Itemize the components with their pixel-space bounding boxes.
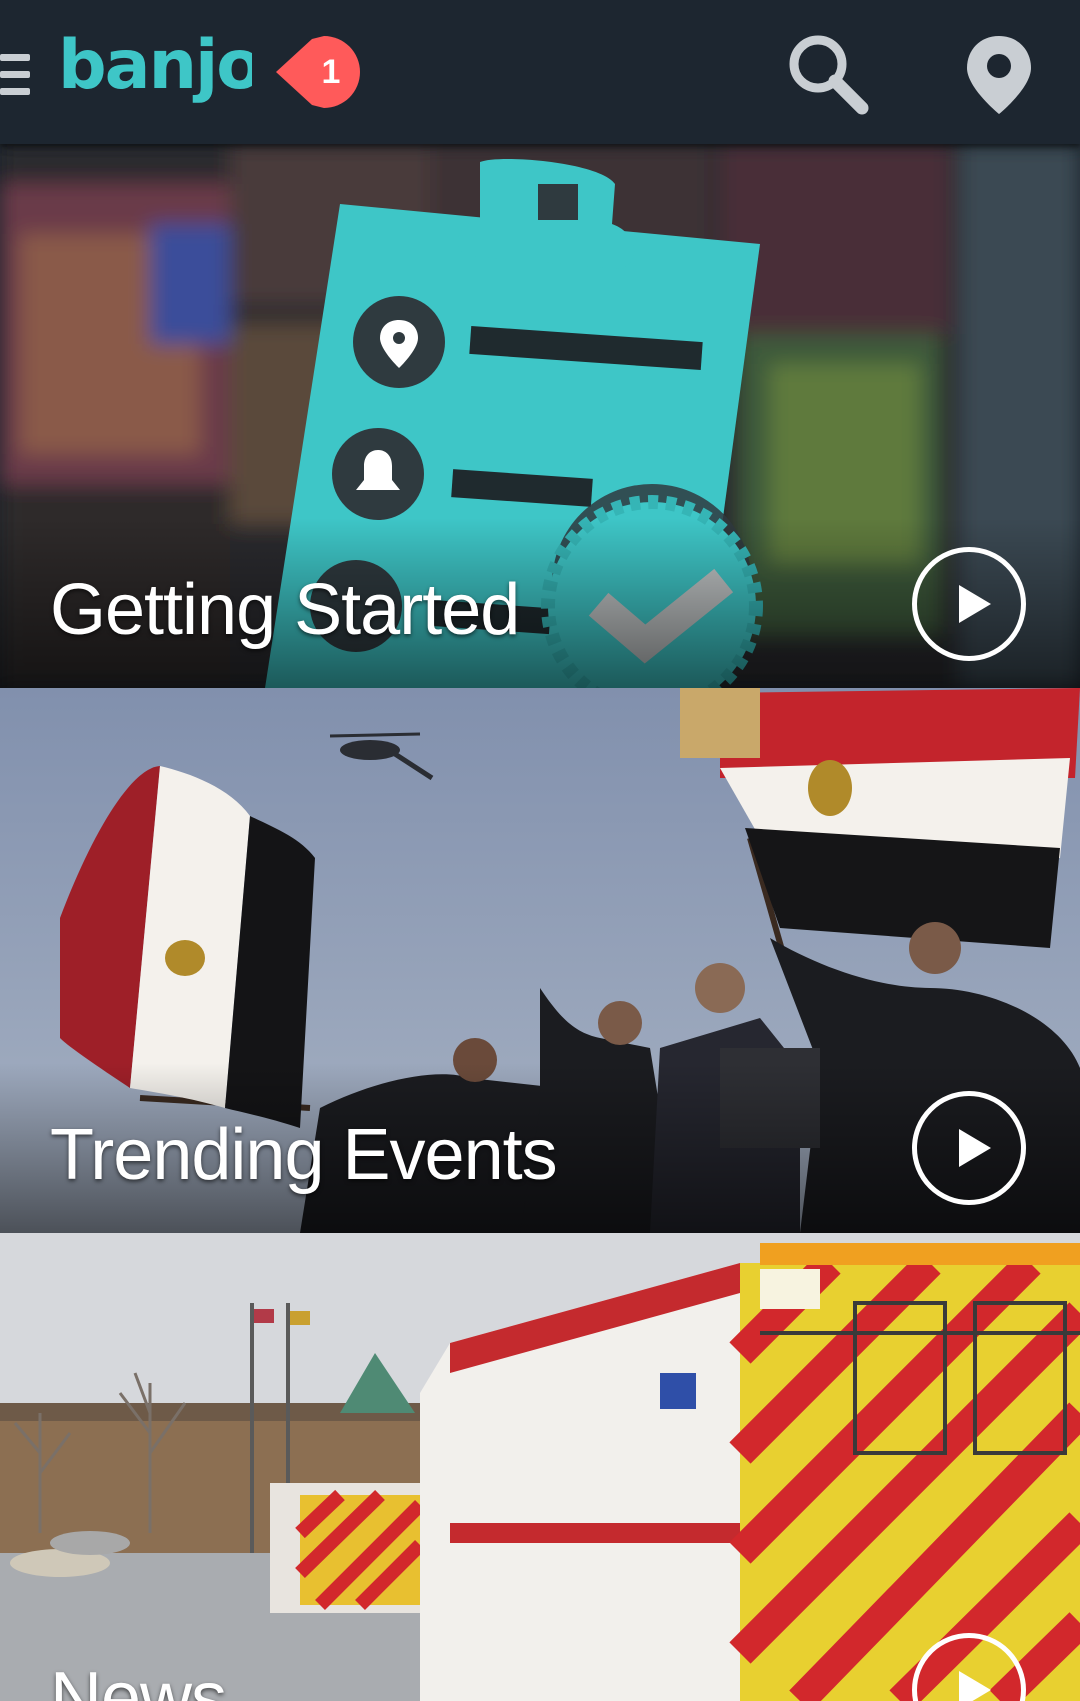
play-triangle (959, 585, 991, 623)
play-triangle (959, 1671, 991, 1701)
banjo-app: banjo 1 Getting Started Trending Events … (0, 0, 1080, 1701)
card-title: News (50, 1658, 227, 1701)
notification-count: 1 (321, 53, 341, 91)
banjo-logo[interactable]: banjo (58, 30, 252, 118)
search-icon[interactable] (786, 32, 870, 116)
play-icon[interactable] (912, 1091, 1026, 1205)
location-pin-icon[interactable] (964, 34, 1034, 116)
feed-card-getting-started[interactable]: Getting Started (0, 144, 1080, 688)
card-title: Trending Events (50, 1115, 558, 1195)
feed-card-trending-events[interactable]: Trending Events (0, 688, 1080, 1233)
card-title: Getting Started (50, 570, 520, 650)
play-icon[interactable] (912, 547, 1026, 661)
notification-badge[interactable]: 1 (276, 36, 360, 108)
play-triangle (959, 1129, 991, 1167)
brand-name: banjo (58, 30, 252, 105)
menu-icon[interactable] (0, 54, 30, 96)
menu-icon-line (0, 88, 30, 95)
card-image-news (0, 1233, 1080, 1701)
menu-icon-line (0, 54, 30, 61)
menu-icon-line (0, 71, 30, 78)
top-app-bar: banjo 1 (0, 0, 1080, 144)
feed-card-news[interactable]: News (0, 1233, 1080, 1701)
